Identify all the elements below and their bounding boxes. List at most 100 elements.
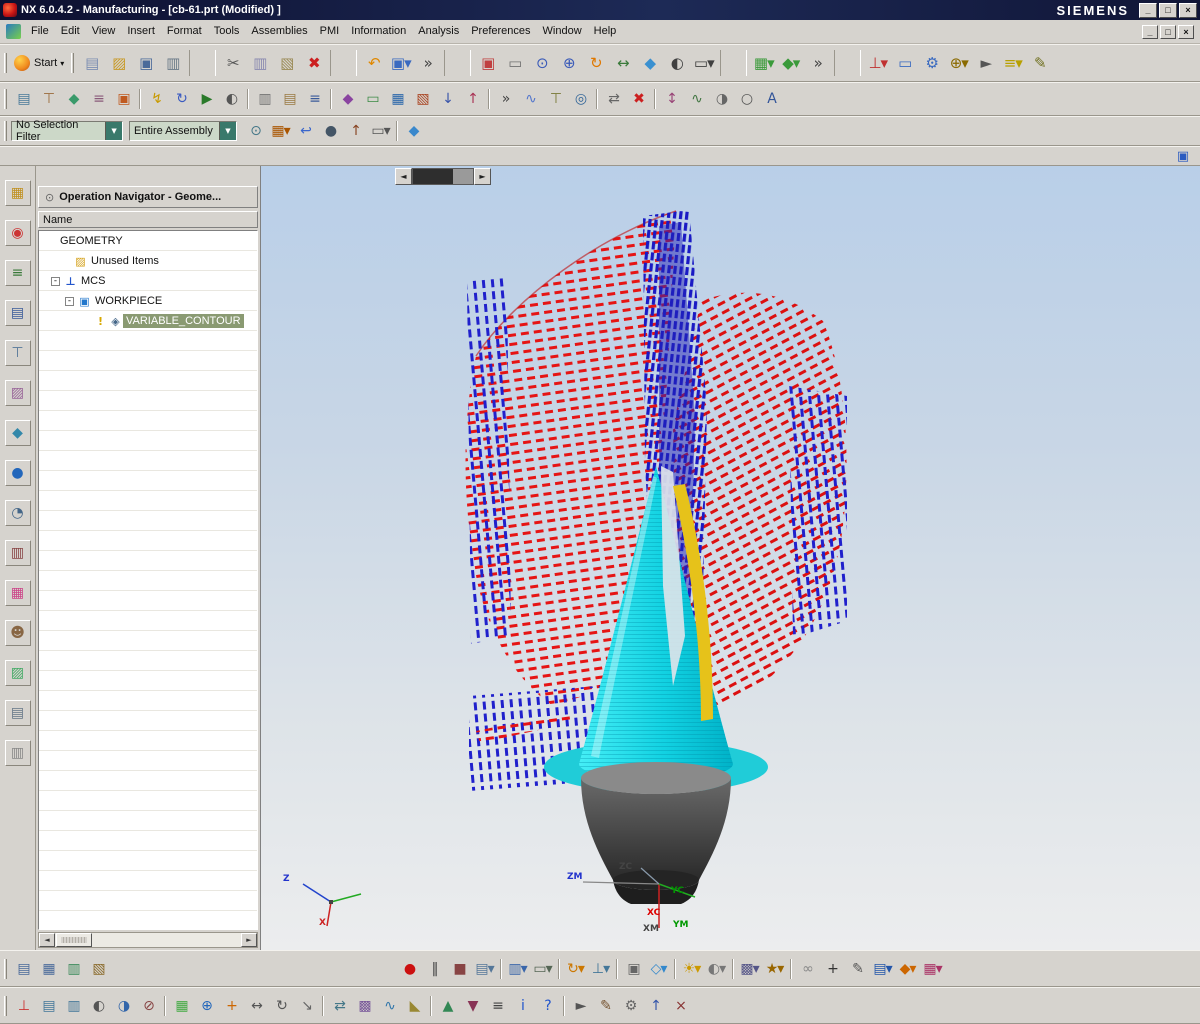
csys-icon[interactable]: ⊥▾: [864, 50, 891, 76]
point-constructor-icon[interactable]: ⊕: [194, 994, 219, 1017]
back-icon[interactable]: ↩: [293, 120, 318, 143]
play-macro-icon[interactable]: ►: [568, 994, 593, 1017]
scroll-thumb[interactable]: [413, 169, 453, 184]
child-close-button[interactable]: ×: [1178, 24, 1194, 39]
assembly-navigator-icon[interactable]: ▦: [4, 180, 31, 206]
face-style-icon[interactable]: ▭▾: [690, 50, 717, 76]
undo-icon[interactable]: ↶: [360, 50, 387, 76]
process-studio-icon[interactable]: ▥: [4, 540, 31, 566]
graph-icon[interactable]: ∿: [518, 88, 543, 111]
menu-item[interactable]: Preferences: [465, 20, 536, 43]
object-display-icon[interactable]: ◐: [86, 994, 111, 1017]
zoom-icon[interactable]: ⊙: [528, 50, 555, 76]
tree-row[interactable]: - ⊥ MCS: [39, 271, 257, 291]
operation-navigator-icon[interactable]: ▤: [4, 300, 31, 326]
move-object-icon[interactable]: ↔: [244, 994, 269, 1017]
hd3d-tools-icon[interactable]: ◆: [4, 420, 31, 446]
create-operation-icon[interactable]: ▣: [111, 88, 136, 111]
navigator-hscrollbar[interactable]: ◄ ►: [38, 932, 258, 948]
navigator-pin-icon[interactable]: ⊙: [45, 191, 54, 204]
sketch-icon[interactable]: ✎: [1026, 50, 1053, 76]
menu-item[interactable]: PMI: [314, 20, 346, 43]
snap-point-icon[interactable]: ⊙: [243, 120, 268, 143]
constraint-navigator-icon[interactable]: ◉: [4, 220, 31, 246]
tree-row[interactable]: - ▣ WORKPIECE: [39, 291, 257, 311]
toolbar-handle[interactable]: [4, 121, 7, 141]
history-icon[interactable]: ◔: [4, 500, 31, 526]
menu-item[interactable]: Analysis: [412, 20, 465, 43]
toolbar-handle[interactable]: [4, 958, 7, 979]
chevron-down-icon[interactable]: ▼: [105, 122, 122, 140]
reuse-library-icon[interactable]: ▨: [4, 380, 31, 406]
boundary-icon[interactable]: ▭: [360, 88, 385, 111]
paste-icon[interactable]: ▧: [273, 50, 300, 76]
tree-expander[interactable]: -: [51, 276, 60, 286]
menu-item[interactable]: Tools: [208, 20, 246, 43]
selection-filter-dropdown[interactable]: No Selection Filter ▼: [11, 119, 123, 143]
pan-icon[interactable]: ↔: [609, 50, 636, 76]
chamfer-icon[interactable]: ◣: [402, 994, 427, 1017]
generate-toolpath-icon[interactable]: ↯: [144, 88, 169, 111]
close-toolbar-icon[interactable]: ×: [668, 994, 693, 1017]
export-image-icon[interactable]: ▤▾: [472, 957, 497, 980]
child-minimize-button[interactable]: _: [1142, 24, 1158, 39]
manufacturing-wizards-icon[interactable]: ▦: [4, 580, 31, 606]
toolbar-handle[interactable]: [4, 53, 7, 73]
perspective-icon[interactable]: ◆: [636, 50, 663, 76]
menu-item[interactable]: Window: [537, 20, 588, 43]
roles-icon[interactable]: ☻: [4, 620, 31, 646]
tree-row[interactable]: GEOMETRY: [39, 231, 257, 251]
save-icon[interactable]: ▣: [132, 50, 159, 76]
section-view-icon[interactable]: ▥▾: [505, 957, 530, 980]
start-menu-button[interactable]: Start ▾: [11, 50, 70, 76]
menu-item[interactable]: Format: [161, 20, 208, 43]
palette-icon[interactable]: ▦▾: [920, 957, 945, 980]
menu-item[interactable]: Assemblies: [245, 20, 313, 43]
balance-icon[interactable]: ◑: [709, 88, 734, 111]
menu-item[interactable]: Edit: [55, 20, 86, 43]
annotation-icon[interactable]: A: [759, 88, 784, 111]
orient-wcs-icon[interactable]: ⊥▾: [588, 957, 613, 980]
drive-method-icon[interactable]: ▧: [410, 88, 435, 111]
scroll-left-icon[interactable]: ◄: [39, 933, 55, 947]
verify-toolpath-icon[interactable]: ▶: [194, 88, 219, 111]
arc-output-icon[interactable]: ○: [734, 88, 759, 111]
scroll-track[interactable]: [412, 168, 474, 185]
scroll-left-icon[interactable]: ◄: [395, 168, 412, 185]
view-tool-2-icon[interactable]: ▦: [36, 957, 61, 980]
show-hide-icon[interactable]: ◑: [111, 994, 136, 1017]
viewport-pane-scrollbar[interactable]: ◄ ►: [395, 168, 491, 185]
scroll-right-icon[interactable]: ►: [241, 933, 257, 947]
annotate-icon[interactable]: ✎: [845, 957, 870, 980]
selection-dialog-icon[interactable]: ▣▾: [387, 50, 414, 76]
record-movie-icon[interactable]: ●: [397, 957, 422, 980]
overflow-icon[interactable]: »: [414, 50, 441, 76]
point-icon[interactable]: ⊕▾: [945, 50, 972, 76]
wcs-display-icon[interactable]: ⊥: [11, 994, 36, 1017]
system-scenes-icon[interactable]: ▨: [4, 660, 31, 686]
arrow-up-icon[interactable]: ↑: [643, 994, 668, 1017]
replay-toolpath-icon[interactable]: ↻: [169, 88, 194, 111]
view-tool-3-icon[interactable]: ▥: [61, 957, 86, 980]
layer-settings-icon[interactable]: ▤: [36, 994, 61, 1017]
overflow-icon[interactable]: »: [493, 88, 518, 111]
immediate-hide-icon[interactable]: ⊘: [136, 994, 161, 1017]
tree-row[interactable]: ▨ Unused Items: [39, 251, 257, 271]
smoothing-icon[interactable]: ∿: [684, 88, 709, 111]
create-program-icon[interactable]: ▤: [11, 88, 36, 111]
close-button[interactable]: ×: [1179, 2, 1197, 18]
open-file-icon[interactable]: ▨: [105, 50, 132, 76]
dynamic-rotate-icon[interactable]: ↻▾: [563, 957, 588, 980]
zoom-in-out-icon[interactable]: ⊕: [555, 50, 582, 76]
layer-visible-icon[interactable]: ▥: [61, 994, 86, 1017]
list-toolpath-icon[interactable]: ≡: [302, 88, 327, 111]
postprocess-icon[interactable]: ▥: [252, 88, 277, 111]
perspective-toggle-icon[interactable]: ◇▾: [646, 957, 671, 980]
gear-icon[interactable]: ⚙: [918, 50, 945, 76]
scroll-right-icon[interactable]: ►: [474, 168, 491, 185]
pause-icon[interactable]: ‖: [422, 957, 447, 980]
chevron-down-icon[interactable]: ▼: [219, 122, 236, 140]
toolbar-handle[interactable]: [4, 89, 7, 109]
cursor-icon[interactable]: ►: [972, 50, 999, 76]
journal-icon[interactable]: ✎: [593, 994, 618, 1017]
